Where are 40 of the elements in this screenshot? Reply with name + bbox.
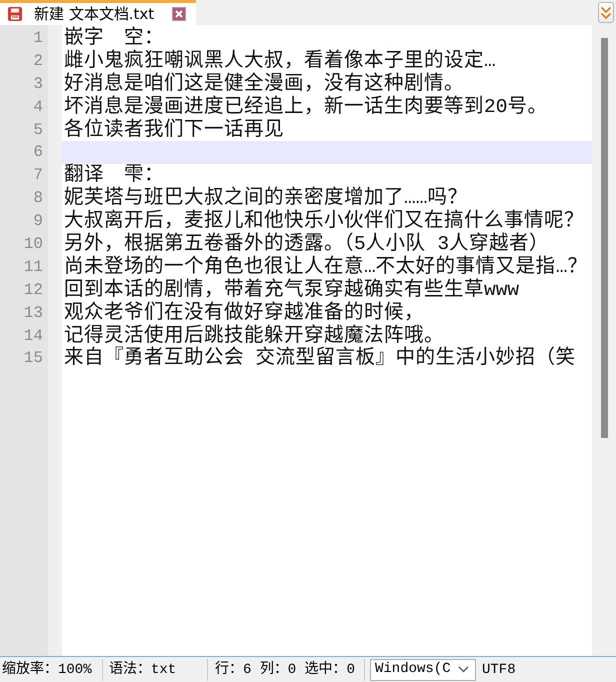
chevron-down-icon xyxy=(458,666,469,673)
line-number: 13 xyxy=(24,304,43,322)
scrollbar-thumb[interactable] xyxy=(601,38,608,438)
text-line: 翻译 雫： xyxy=(64,165,164,186)
line-number: 8 xyxy=(33,189,43,208)
text-line: 大叔离开后，麦抠儿和他快乐小伙伴们又在搞什么事情呢？ xyxy=(64,211,584,232)
text-line: 记得灵活使用后跳技能躲开穿越魔法阵哦。 xyxy=(64,326,444,347)
line-number: 12 xyxy=(24,280,43,299)
line-number: 2 xyxy=(33,52,43,70)
text-line: 回到本话的剧情，带着充气泵穿越确实有些生草www xyxy=(64,280,520,301)
cursor-position-text: 行：6 列：0 选中：0 xyxy=(215,660,356,678)
close-icon[interactable] xyxy=(172,7,186,21)
text-line: 妮芙塔与班巴大叔之间的亲密度增加了……吗？ xyxy=(64,188,468,210)
tab-list-button[interactable] xyxy=(598,2,614,23)
file-tab[interactable]: 新建 文本文档.txt xyxy=(0,0,196,25)
line-number: 4 xyxy=(33,98,43,116)
encoding-text: UTF8 xyxy=(482,660,516,678)
line-number: 9 xyxy=(33,212,43,230)
line-number: 7 xyxy=(33,166,43,184)
text-line: 好消息是咱们这是健全漫画，没有这种剧情。 xyxy=(64,74,464,95)
text-line: 雌小鬼疯狂嘲讽黑人大叔，看着像本子里的设定… xyxy=(64,50,496,72)
text-line: 来自『勇者互助公会 交流型留言板』中的生活小妙招（笑 xyxy=(64,348,576,370)
line-number: 1 xyxy=(33,29,43,47)
line-number: 15 xyxy=(24,349,43,368)
text-line: 另外，根据第五卷番外的透露。（5人小队 3人穿越者） xyxy=(64,234,550,255)
line-number: 14 xyxy=(24,326,43,345)
text-line: 尚未登场的一个角色也很让人在意…不太好的事情又是指…？ xyxy=(64,256,588,278)
text-line: 各位读者我们下一话再见 xyxy=(64,120,284,140)
line-ending-dropdown[interactable]: Windows(C xyxy=(370,658,476,680)
syntax-text: 语法：txt xyxy=(109,660,176,678)
line-number: 5 xyxy=(33,120,43,139)
zoom-level-text: 缩放率：100% xyxy=(2,660,92,678)
line-number: 10 xyxy=(24,235,43,254)
text-line: 嵌字 空： xyxy=(64,28,164,49)
line-number: 6 xyxy=(33,143,43,162)
double-chevron-down-icon xyxy=(600,6,612,20)
line-number: 3 xyxy=(33,74,43,93)
text-line: 坏消息是漫画进度已经追上，新一话生肉要等到20号。 xyxy=(64,96,548,118)
text-line: 观众老爷们在没有做好穿越准备的时候， xyxy=(64,302,424,324)
line-number: 11 xyxy=(24,258,43,276)
